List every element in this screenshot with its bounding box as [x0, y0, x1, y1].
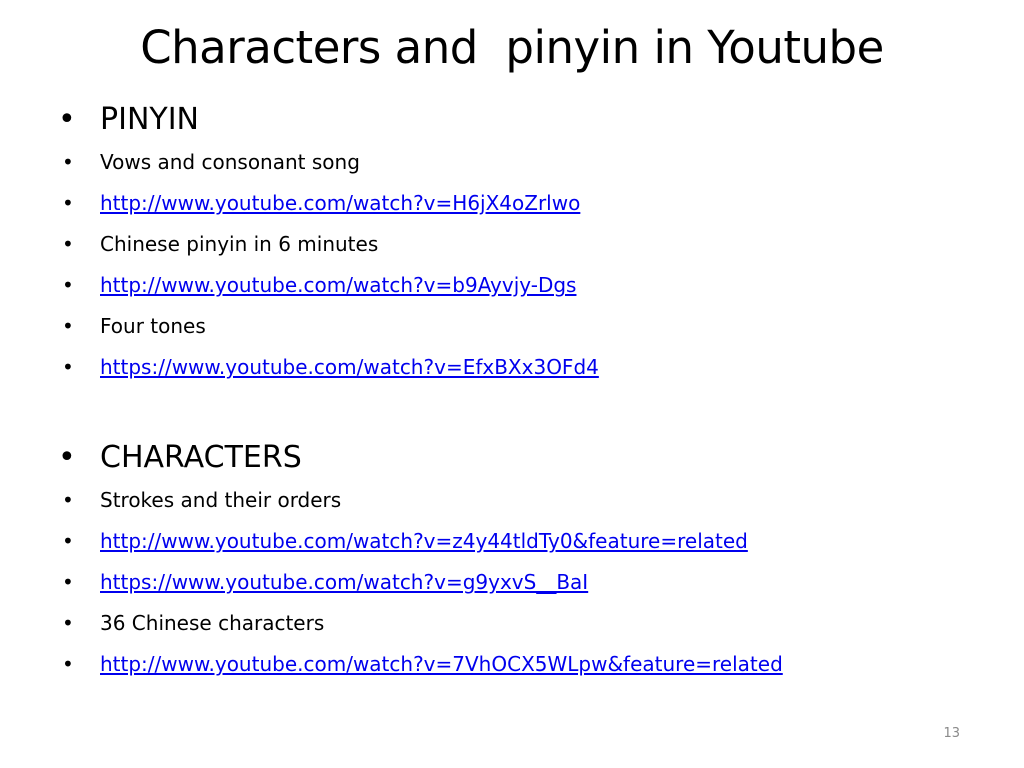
section-heading-characters: CHARACTERS — [100, 440, 302, 475]
slide-title: Characters and pinyin in Youtube — [140, 21, 884, 74]
list-spacer — [58, 388, 998, 436]
video-link[interactable]: http://www.youtube.com/watch?v=7VhOCX5WL… — [100, 652, 783, 676]
bullet-dot-icon: • — [62, 314, 74, 338]
section-heading-pinyin: PINYIN — [100, 102, 199, 137]
page-number: 13 — [943, 726, 960, 741]
list-item: • Vows and consonant song — [58, 142, 998, 183]
bullet-dot-icon: • — [62, 611, 74, 635]
list-item: • https://www.youtube.com/watch?v=g9yxvS… — [58, 562, 998, 603]
bullet-dot-icon: • — [62, 355, 74, 379]
item-label: Vows and consonant song — [100, 150, 360, 174]
item-label: Four tones — [100, 314, 206, 338]
bullet-dot-icon: • — [62, 150, 74, 174]
list-item: • 36 Chinese characters — [58, 603, 998, 644]
bullet-dot-icon: • — [58, 102, 76, 137]
video-link[interactable]: http://www.youtube.com/watch?v=H6jX4oZrl… — [100, 191, 580, 215]
bullet-dot-icon: • — [62, 570, 74, 594]
bullet-dot-icon: • — [58, 440, 76, 475]
bullet-dot-icon: • — [62, 652, 74, 676]
list-item: • PINYIN — [58, 98, 998, 142]
list-item: • http://www.youtube.com/watch?v=b9Ayvjy… — [58, 265, 998, 306]
list-item: • http://www.youtube.com/watch?v=7VhOCX5… — [58, 644, 998, 685]
list-item: • https://www.youtube.com/watch?v=EfxBXx… — [58, 347, 998, 388]
bullet-dot-icon: • — [62, 232, 74, 256]
slide: Characters and pinyin in Youtube • PINYI… — [0, 0, 1024, 768]
bullet-dot-icon: • — [62, 191, 74, 215]
list-item: • CHARACTERS — [58, 436, 998, 480]
bullet-dot-icon: • — [62, 488, 74, 512]
list-item: • http://www.youtube.com/watch?v=H6jX4oZ… — [58, 183, 998, 224]
bullet-dot-icon: • — [62, 273, 74, 297]
bullet-dot-icon: • — [62, 529, 74, 553]
list-item: • Strokes and their orders — [58, 480, 998, 521]
video-link[interactable]: http://www.youtube.com/watch?v=z4y44tldT… — [100, 529, 748, 553]
video-link[interactable]: http://www.youtube.com/watch?v=b9Ayvjy-D… — [100, 273, 576, 297]
list-item: • http://www.youtube.com/watch?v=z4y44tl… — [58, 521, 998, 562]
video-link[interactable]: https://www.youtube.com/watch?v=g9yxvS__… — [100, 570, 588, 594]
list-item: • Four tones — [58, 306, 998, 347]
item-label: Chinese pinyin in 6 minutes — [100, 232, 379, 256]
video-link[interactable]: https://www.youtube.com/watch?v=EfxBXx3O… — [100, 355, 599, 379]
item-label: Strokes and their orders — [100, 488, 342, 512]
list-item: • Chinese pinyin in 6 minutes — [58, 224, 998, 265]
item-label: 36 Chinese characters — [100, 611, 325, 635]
bullet-list: • PINYIN • Vows and consonant song • htt… — [58, 98, 998, 685]
